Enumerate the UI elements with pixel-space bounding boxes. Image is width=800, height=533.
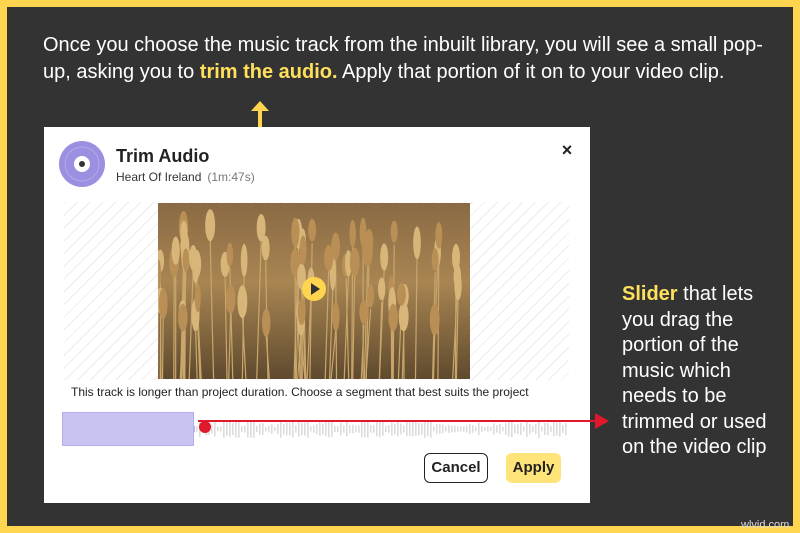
track-info: Heart Of Ireland (1m:47s) bbox=[116, 170, 255, 184]
cancel-button[interactable]: Cancel bbox=[424, 453, 488, 483]
track-name: Heart Of Ireland bbox=[116, 170, 202, 184]
track-duration: (1m:47s) bbox=[207, 170, 255, 184]
trim-audio-dialog: Trim Audio Heart Of Ireland (1m:47s) × Th… bbox=[44, 127, 590, 503]
trim-selection[interactable] bbox=[62, 412, 194, 446]
play-icon[interactable] bbox=[302, 277, 326, 301]
duration-notice: This track is longer than project durati… bbox=[71, 385, 529, 399]
annotation-text: that lets you drag the portion of the mu… bbox=[622, 283, 767, 458]
dialog-title: Trim Audio bbox=[116, 146, 210, 166]
annotation-highlight: Slider bbox=[622, 283, 678, 305]
frame: Once you choose the music track from the… bbox=[0, 0, 800, 533]
intro-part2: Apply that portion of it on to your vide… bbox=[337, 61, 725, 83]
intro-highlight: trim the audio. bbox=[199, 61, 338, 83]
watermark: wlvid.com bbox=[741, 519, 790, 531]
slider-annotation: Slider that lets you drag the portion of… bbox=[622, 282, 782, 461]
apply-button[interactable]: Apply bbox=[506, 453, 561, 483]
red-arrow-pointer bbox=[205, 424, 618, 436]
intro-text: Once you choose the music track from the… bbox=[43, 32, 778, 86]
up-arrow-icon bbox=[251, 101, 269, 127]
close-icon[interactable]: × bbox=[556, 139, 578, 161]
music-disc-icon bbox=[59, 141, 105, 187]
